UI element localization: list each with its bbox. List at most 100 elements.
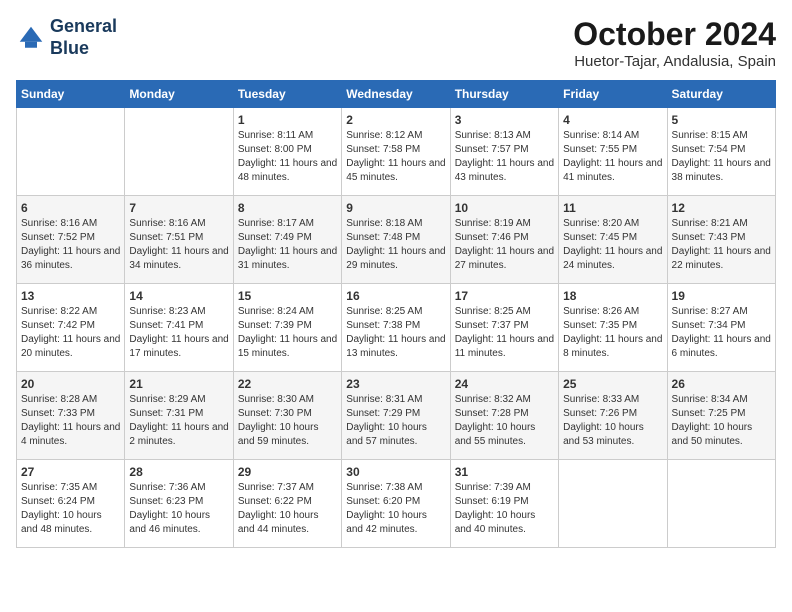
cell-info: Sunrise: 8:19 AM <box>455 217 554 231</box>
cell-info: Daylight: 11 hours and 31 minutes. <box>238 245 337 273</box>
day-number: 4 <box>563 113 662 127</box>
cell-info: Sunrise: 8:28 AM <box>21 393 120 407</box>
cell-info: Daylight: 11 hours and 4 minutes. <box>21 421 120 449</box>
cell-info: Daylight: 10 hours and 59 minutes. <box>238 421 337 449</box>
calendar-body: 1Sunrise: 8:11 AMSunset: 8:00 PMDaylight… <box>17 108 776 548</box>
cell-info: Daylight: 11 hours and 20 minutes. <box>21 333 120 361</box>
cell-info: Daylight: 11 hours and 29 minutes. <box>346 245 445 273</box>
cell-info: Sunrise: 8:31 AM <box>346 393 445 407</box>
calendar-cell <box>559 460 667 548</box>
day-number: 20 <box>21 377 120 391</box>
cell-info: Daylight: 11 hours and 27 minutes. <box>455 245 554 273</box>
page-header: General Blue October 2024 Huetor-Tajar, … <box>16 16 776 70</box>
cell-info: Sunset: 7:41 PM <box>129 319 228 333</box>
cell-info: Daylight: 11 hours and 45 minutes. <box>346 157 445 185</box>
calendar-week-4: 20Sunrise: 8:28 AMSunset: 7:33 PMDayligh… <box>17 372 776 460</box>
calendar-cell: 12Sunrise: 8:21 AMSunset: 7:43 PMDayligh… <box>667 196 775 284</box>
cell-info: Sunrise: 8:20 AM <box>563 217 662 231</box>
cell-info: Daylight: 11 hours and 43 minutes. <box>455 157 554 185</box>
calendar-cell: 22Sunrise: 8:30 AMSunset: 7:30 PMDayligh… <box>233 372 341 460</box>
cell-info: Daylight: 11 hours and 2 minutes. <box>129 421 228 449</box>
cell-info: Sunrise: 8:18 AM <box>346 217 445 231</box>
calendar-cell: 5Sunrise: 8:15 AMSunset: 7:54 PMDaylight… <box>667 108 775 196</box>
day-number: 14 <box>129 289 228 303</box>
cell-info: Sunrise: 8:26 AM <box>563 305 662 319</box>
cell-info: Sunrise: 8:22 AM <box>21 305 120 319</box>
calendar-cell: 1Sunrise: 8:11 AMSunset: 8:00 PMDaylight… <box>233 108 341 196</box>
day-number: 11 <box>563 201 662 215</box>
cell-info: Daylight: 11 hours and 38 minutes. <box>672 157 771 185</box>
calendar-cell: 4Sunrise: 8:14 AMSunset: 7:55 PMDaylight… <box>559 108 667 196</box>
cell-info: Sunrise: 8:14 AM <box>563 129 662 143</box>
cell-info: Daylight: 10 hours and 55 minutes. <box>455 421 554 449</box>
cell-info: Sunrise: 8:25 AM <box>346 305 445 319</box>
day-number: 30 <box>346 465 445 479</box>
location: Huetor-Tajar, Andalusia, Spain <box>573 53 776 70</box>
cell-info: Sunset: 7:42 PM <box>21 319 120 333</box>
calendar-cell: 9 Sunrise: 8:18 AMSunset: 7:48 PMDaylight… <box>342 196 450 284</box>
cell-info: Sunset: 7:26 PM <box>563 407 662 421</box>
cell-info: Sunset: 7:52 PM <box>21 231 120 245</box>
cell-info: Sunrise: 7:36 AM <box>129 481 228 495</box>
cell-info: Sunset: 7:51 PM <box>129 231 228 245</box>
calendar-cell: 16 Sunrise: 8:25 AMSunset: 7:38 PMDayligh… <box>342 284 450 372</box>
cell-info: Sunset: 7:37 PM <box>455 319 554 333</box>
cell-info: Sunset: 7:49 PM <box>238 231 337 245</box>
cell-info: Daylight: 10 hours and 48 minutes. <box>21 509 120 537</box>
cell-info: Daylight: 11 hours and 15 minutes. <box>238 333 337 361</box>
calendar-cell: 28Sunrise: 7:36 AMSunset: 6:23 PMDayligh… <box>125 460 233 548</box>
cell-info: Sunset: 7:34 PM <box>672 319 771 333</box>
day-number: 6 <box>21 201 120 215</box>
cell-info: Daylight: 10 hours and 50 minutes. <box>672 421 771 449</box>
day-number: 12 <box>672 201 771 215</box>
calendar-cell: 19Sunrise: 8:27 AMSunset: 7:34 PMDayligh… <box>667 284 775 372</box>
calendar-cell: 6Sunrise: 8:16 AMSunset: 7:52 PMDaylight… <box>17 196 125 284</box>
cell-info: Sunrise: 8:16 AM <box>21 217 120 231</box>
cell-info: Sunset: 7:29 PM <box>346 407 445 421</box>
cell-info: Sunrise: 8:34 AM <box>672 393 771 407</box>
cell-info: Sunrise: 7:35 AM <box>21 481 120 495</box>
cell-info: Sunrise: 8:16 AM <box>129 217 228 231</box>
cell-info: Sunset: 6:24 PM <box>21 495 120 509</box>
cell-info: Sunset: 7:58 PM <box>346 143 445 157</box>
cell-info: Daylight: 10 hours and 46 minutes. <box>129 509 228 537</box>
col-sunday: Sunday <box>17 81 125 108</box>
cell-info: Sunset: 6:20 PM <box>346 495 445 509</box>
cell-info: Sunrise: 8:29 AM <box>129 393 228 407</box>
day-number: 2 <box>346 113 445 127</box>
cell-info: Daylight: 11 hours and 34 minutes. <box>129 245 228 273</box>
day-number: 16 <box>346 289 445 303</box>
cell-info: Sunset: 7:57 PM <box>455 143 554 157</box>
cell-info: Sunset: 7:45 PM <box>563 231 662 245</box>
cell-info: Sunset: 8:00 PM <box>238 143 337 157</box>
cell-info: Sunset: 7:30 PM <box>238 407 337 421</box>
day-number: 13 <box>21 289 120 303</box>
day-number: 9 <box>346 201 445 215</box>
calendar-cell: 8Sunrise: 8:17 AMSunset: 7:49 PMDaylight… <box>233 196 341 284</box>
cell-info: Sunrise: 8:13 AM <box>455 129 554 143</box>
cell-info: Sunset: 7:38 PM <box>346 319 445 333</box>
calendar-week-1: 1Sunrise: 8:11 AMSunset: 8:00 PMDaylight… <box>17 108 776 196</box>
cell-info: Daylight: 11 hours and 11 minutes. <box>455 333 554 361</box>
cell-info: Daylight: 11 hours and 24 minutes. <box>563 245 662 273</box>
cell-info: Sunrise: 8:33 AM <box>563 393 662 407</box>
calendar-cell: 20Sunrise: 8:28 AMSunset: 7:33 PMDayligh… <box>17 372 125 460</box>
cell-info: Sunset: 7:54 PM <box>672 143 771 157</box>
day-number: 15 <box>238 289 337 303</box>
cell-info: Daylight: 11 hours and 13 minutes. <box>346 333 445 361</box>
day-number: 26 <box>672 377 771 391</box>
calendar-week-2: 6Sunrise: 8:16 AMSunset: 7:52 PMDaylight… <box>17 196 776 284</box>
cell-info: Sunset: 7:48 PM <box>346 231 445 245</box>
calendar-cell: 29Sunrise: 7:37 AMSunset: 6:22 PMDayligh… <box>233 460 341 548</box>
day-number: 25 <box>563 377 662 391</box>
cell-info: Daylight: 11 hours and 48 minutes. <box>238 157 337 185</box>
day-number: 22 <box>238 377 337 391</box>
cell-info: Daylight: 11 hours and 41 minutes. <box>563 157 662 185</box>
calendar-cell: 17Sunrise: 8:25 AMSunset: 7:37 PMDayligh… <box>450 284 558 372</box>
cell-info: Sunrise: 8:23 AM <box>129 305 228 319</box>
calendar-cell: 21Sunrise: 8:29 AMSunset: 7:31 PMDayligh… <box>125 372 233 460</box>
cell-info: Sunrise: 8:21 AM <box>672 217 771 231</box>
day-number: 31 <box>455 465 554 479</box>
cell-info: Sunset: 7:25 PM <box>672 407 771 421</box>
calendar-cell <box>17 108 125 196</box>
